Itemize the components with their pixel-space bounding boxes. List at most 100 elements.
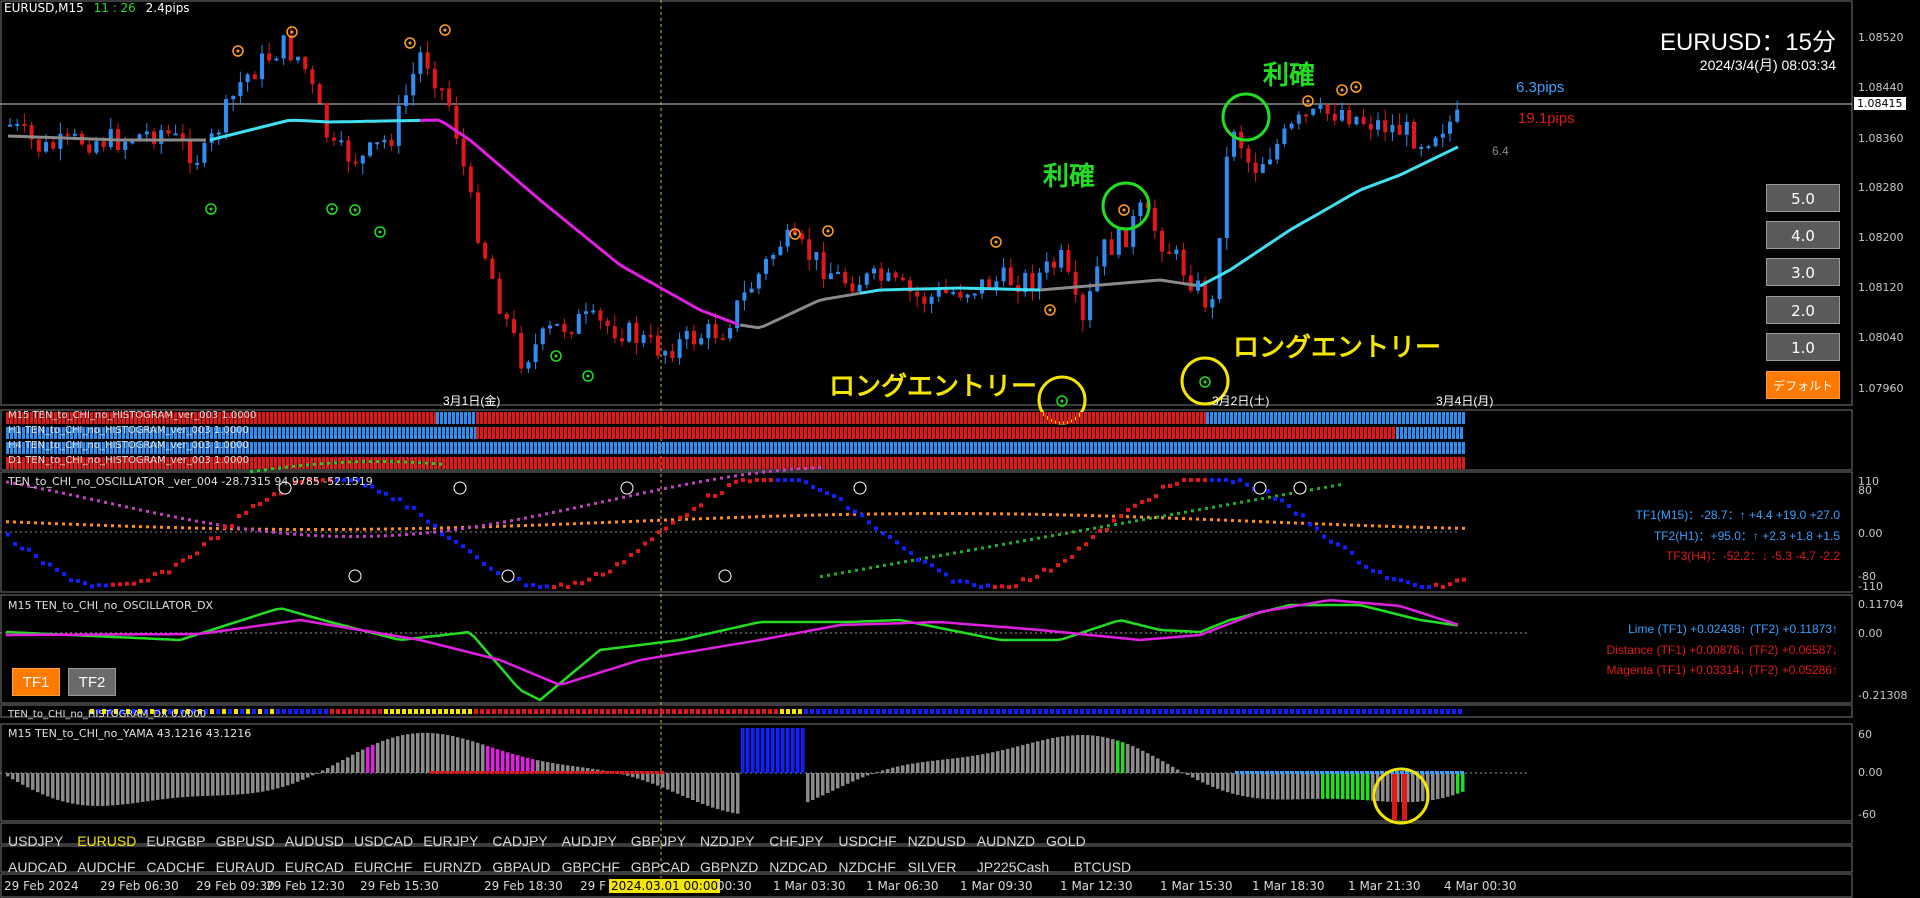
scale-button-4[interactable]: 4.0 (1766, 221, 1840, 249)
histogram-bar (254, 427, 257, 439)
histogram-bar (1174, 457, 1177, 469)
histogram-bar (664, 427, 667, 439)
histogram-bar (516, 427, 519, 439)
symbol-tab-audchf[interactable]: AUDCHF (77, 859, 135, 875)
symbol-tab-nzdjpy[interactable]: NZDJPY (700, 833, 754, 849)
histogram-bar (820, 412, 823, 424)
histogram-bar (616, 412, 619, 424)
symbol-tab-gbpchf[interactable]: GBPCHF (562, 859, 620, 875)
oscillator-green-dot (1261, 496, 1264, 500)
oscillator-main-dot (223, 525, 227, 530)
oscillator-main-dot (69, 578, 73, 583)
histogram-bar (426, 427, 429, 439)
date-label-2: 3月2日(土) (1212, 394, 1270, 408)
candle-body (1383, 120, 1388, 133)
histogram-bar (1190, 442, 1193, 454)
symbol-tab-gbpcad[interactable]: GBPCAD (631, 859, 690, 875)
histogram-bar (698, 442, 701, 454)
symbol-tab-silver[interactable]: SILVER (908, 859, 957, 875)
scale-button-1[interactable]: 1.0 (1766, 333, 1840, 361)
price-chart[interactable] (0, 0, 1920, 898)
symbol-tab-usdjpy[interactable]: USDJPY (8, 833, 63, 849)
histogram-bar (1356, 427, 1359, 439)
symbol-tab-jp225cash[interactable]: JP225Cash (977, 859, 1049, 875)
symbol-tab-gbpnzd[interactable]: GBPNZD (700, 859, 758, 875)
symbol-tab-audjpy[interactable]: AUDJPY (562, 833, 617, 849)
symbol-tab-gbpusd[interactable]: GBPUSD (216, 833, 275, 849)
oscillator-orange-dot (132, 524, 135, 528)
candle-body (87, 144, 92, 153)
default-button[interactable]: デフォルト (1766, 371, 1840, 399)
candle-body (267, 53, 272, 61)
strip-cell (438, 709, 442, 714)
strip-cell (540, 709, 544, 714)
yama-bar (1301, 773, 1305, 800)
histogram-row-title-d1: D1 TEN_to_CHI_no_HISTOGRAM_ver_003 1.000… (8, 455, 250, 466)
strip-cell (918, 709, 922, 714)
oscillator-orange-dot (797, 514, 800, 518)
scale-button-2[interactable]: 2.0 (1766, 296, 1840, 324)
symbol-tab-audnzd[interactable]: AUDNZD (977, 833, 1035, 849)
symbol-tab-eurjpy[interactable]: EURJPY (423, 833, 478, 849)
symbol-tab-euraud[interactable]: EURAUD (216, 859, 275, 875)
tf2-button[interactable]: TF2 (68, 668, 116, 696)
yama-bar (641, 773, 645, 781)
scale-button-5[interactable]: 5.0 (1766, 184, 1840, 212)
oscillator-orange-dot (720, 516, 723, 520)
symbol-tab-usdcad[interactable]: USDCAD (354, 833, 413, 849)
candle-body (1275, 143, 1280, 160)
strip-cell (774, 709, 778, 714)
oscillator-green-dot (960, 550, 963, 554)
symbol-tab-nzdusd[interactable]: NZDUSD (908, 833, 966, 849)
symbol-tab-nzdcad[interactable]: NZDCAD (769, 859, 827, 875)
yama-bar (901, 765, 905, 773)
symbol-tab-eurgbp[interactable]: EURGBP (146, 833, 205, 849)
histogram-bar (1452, 427, 1455, 439)
histogram-bar (920, 427, 923, 439)
symbol-tab-gbpjpy[interactable]: GBPJPY (631, 833, 686, 849)
symbol-tab-chfjpy[interactable]: CHFJPY (769, 833, 823, 849)
yama-blue-marker (1380, 771, 1384, 774)
oscillator-orange-dot (615, 520, 618, 524)
oscillator-main-dot (139, 578, 143, 583)
symbol-tab-usdchf[interactable]: USDCHF (838, 833, 896, 849)
symbol-tab-audusd[interactable]: AUDUSD (285, 833, 344, 849)
symbol-tab-gold[interactable]: GOLD (1046, 833, 1086, 849)
histogram-bar (630, 457, 633, 469)
strip-cell (798, 709, 802, 714)
candle-body (1196, 280, 1200, 291)
symbol-tab-eurusd[interactable]: EURUSD (77, 833, 136, 849)
symbol-tab-audcad[interactable]: AUDCAD (8, 859, 67, 875)
histogram-bar (880, 412, 883, 424)
histogram-bar (414, 412, 417, 424)
histogram-bar (518, 442, 521, 454)
yama-blue-marker (1430, 771, 1434, 774)
candle-body (101, 141, 106, 148)
histogram-bar (1366, 412, 1369, 424)
symbol-tab-cadchf[interactable]: CADCHF (146, 859, 204, 875)
symbol-tab-cadjpy[interactable]: CADJPY (492, 833, 547, 849)
yama-blue-marker (1280, 771, 1284, 774)
scale-button-3[interactable]: 3.0 (1766, 258, 1840, 286)
histogram-bar (1314, 412, 1317, 424)
symbol-tab-eurnzd[interactable]: EURNZD (423, 859, 481, 875)
strip-cell (672, 709, 676, 714)
symbol-tab-btcusd[interactable]: BTCUSD (1074, 859, 1132, 875)
histogram-bar (860, 412, 863, 424)
yama-bar (836, 773, 840, 789)
symbol-tab-eurchf[interactable]: EURCHF (354, 859, 412, 875)
oscillator-orange-dot (1357, 523, 1360, 527)
oscillator-orange-dot (1462, 526, 1465, 530)
oscillator-main-dot (1063, 558, 1067, 563)
symbol-tab-eurcad[interactable]: EURCAD (285, 859, 344, 875)
symbol-tab-nzdchf[interactable]: NZDCHF (838, 859, 896, 875)
tf1-button[interactable]: TF1 (12, 668, 60, 696)
histogram-bar (632, 412, 635, 424)
histogram-bar (844, 412, 847, 424)
histogram-bar (688, 427, 691, 439)
yama-bar (1031, 742, 1035, 773)
yama-bar (1286, 773, 1290, 800)
dx-axis-tick: -0.21308 (1858, 689, 1908, 702)
oscillator-main-dot (867, 520, 871, 525)
symbol-tab-gbpaud[interactable]: GBPAUD (492, 859, 550, 875)
